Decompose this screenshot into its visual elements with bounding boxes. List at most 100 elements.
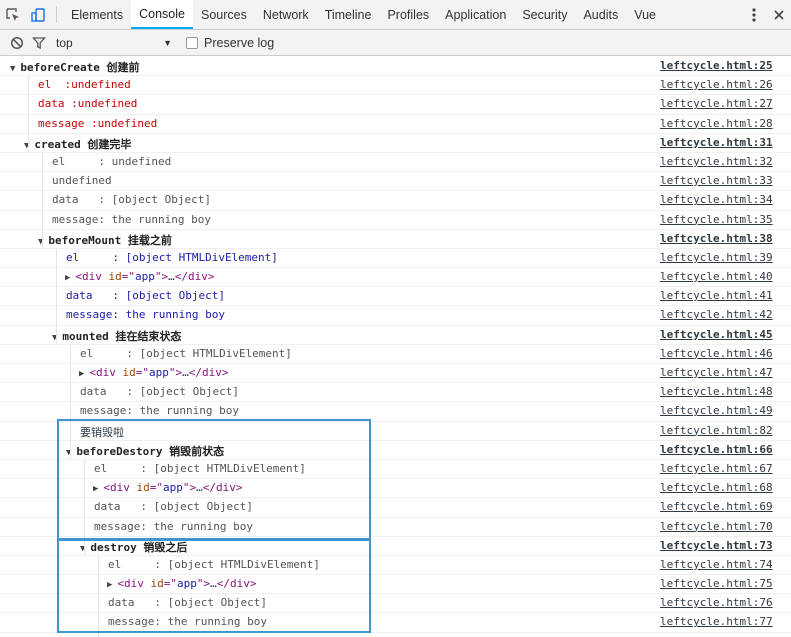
tab-audits[interactable]: Audits [575, 0, 626, 29]
source-link[interactable]: leftcycle.html:75 [660, 577, 773, 590]
source-link[interactable]: leftcycle.html:47 [660, 366, 773, 379]
console-group-header[interactable]: ▼ beforeCreate 创建前 leftcycle.html:25 [0, 57, 791, 77]
console-message: ▶ <div id="app">…</div> leftcycle.html:47 [0, 364, 791, 384]
group-guide-line [98, 556, 99, 637]
console-group-header[interactable]: ▼ beforeDestory 销毁前状态 leftcycle.html:66 [0, 441, 791, 460]
source-link[interactable]: leftcycle.html:35 [660, 213, 773, 226]
console-message-text: 要销毁啦 [80, 424, 124, 440]
tab-profiles[interactable]: Profiles [379, 0, 437, 29]
tab-vue[interactable]: Vue [626, 0, 664, 29]
console-group-header[interactable]: ▼ beforeMount 挂载之前 leftcycle.html:38 [0, 230, 791, 249]
more-icon[interactable] [741, 7, 766, 23]
group-guide-line [56, 249, 57, 345]
source-link[interactable]: leftcycle.html:41 [660, 289, 773, 302]
preserve-log-label: Preserve log [204, 35, 275, 50]
console-message-text: message :undefined [38, 117, 157, 130]
dom-node-preview[interactable]: <div id="app">…</div> [103, 481, 242, 494]
expand-triangle-right-icon[interactable]: ▶ [93, 484, 98, 494]
filter-icon[interactable] [28, 36, 50, 50]
console-message: message: the running boy leftcycle.html:7… [0, 613, 791, 633]
source-link[interactable]: leftcycle.html:40 [660, 270, 773, 283]
dom-node-preview[interactable]: <div id="app">…</div> [75, 270, 214, 283]
source-link[interactable]: leftcycle.html:73 [660, 539, 773, 552]
tab-application[interactable]: Application [437, 0, 514, 29]
console-message-text: el : [object HTMLDivElement] [94, 462, 306, 475]
source-link[interactable]: leftcycle.html:68 [660, 481, 773, 494]
console-message-text: el : [object HTMLDivElement] [80, 347, 292, 360]
console-text: beforeCreate 创建前 [20, 61, 140, 74]
source-link[interactable]: leftcycle.html:38 [660, 232, 773, 245]
preserve-log-checkbox[interactable] [186, 36, 198, 49]
console-text: message :undefined [38, 116, 158, 130]
console-group-header[interactable]: ▼ mounted 挂在结束状态 leftcycle.html:45 [0, 326, 791, 345]
console-message-text: data : [object Object] [108, 596, 267, 609]
console-message: el : undefined leftcycle.html:32 [0, 153, 791, 173]
group-guide-line [42, 153, 43, 249]
close-icon[interactable] [766, 9, 791, 21]
expand-triangle-down-icon[interactable]: ▼ [10, 64, 15, 74]
tab-network[interactable]: Network [255, 0, 317, 29]
console-group-header[interactable]: ▼ created 创建完毕 leftcycle.html:31 [0, 134, 791, 153]
source-link[interactable]: leftcycle.html:42 [660, 308, 773, 321]
console-message-text: ▼ beforeMount 挂载之前 [38, 232, 172, 248]
console-group-header[interactable]: ▼ destroy 销毁之后 leftcycle.html:73 [0, 537, 791, 556]
expand-triangle-right-icon[interactable]: ▶ [65, 273, 70, 283]
console-message: data : [object Object] leftcycle.html:34 [0, 191, 791, 211]
source-link[interactable]: leftcycle.html:28 [660, 117, 773, 130]
console-text: message: the running boy [108, 615, 267, 629]
dom-node-preview[interactable]: <div id="app">…</div> [117, 577, 256, 590]
source-link[interactable]: leftcycle.html:69 [660, 500, 773, 513]
source-link[interactable]: leftcycle.html:34 [660, 193, 773, 206]
source-link[interactable]: leftcycle.html:45 [660, 328, 773, 341]
tab-sources[interactable]: Sources [193, 0, 255, 29]
source-link[interactable]: leftcycle.html:76 [660, 596, 773, 609]
console-text: 要销毁啦 [80, 425, 124, 439]
console-message: message: the running boy leftcycle.html:4… [0, 402, 791, 422]
tab-security[interactable]: Security [514, 0, 575, 29]
context-value: top [56, 35, 73, 50]
source-link[interactable]: leftcycle.html:32 [660, 155, 773, 168]
context-selector[interactable]: top ▼ [56, 36, 172, 50]
console-text: el : [object HTMLDivElement] [94, 461, 306, 475]
console-text: mounted 挂在结束状态 [62, 329, 182, 343]
dom-node-preview[interactable]: <div id="app">…</div> [89, 366, 228, 379]
tab-console[interactable]: Console [131, 0, 193, 29]
source-link[interactable]: leftcycle.html:82 [660, 424, 773, 437]
source-link[interactable]: leftcycle.html:26 [660, 78, 773, 91]
console-text: el :undefined [38, 78, 131, 92]
console-message-text: message: the running boy [66, 308, 225, 321]
tab-timeline[interactable]: Timeline [317, 0, 380, 29]
expand-triangle-right-icon[interactable]: ▶ [107, 580, 112, 590]
source-link[interactable]: leftcycle.html:77 [660, 615, 773, 628]
console-text: data : [object Object] [66, 289, 225, 303]
device-mode-icon[interactable] [25, 0, 50, 29]
group-guide-line [84, 460, 85, 557]
source-link[interactable]: leftcycle.html:46 [660, 347, 773, 360]
console-message: el : [object HTMLDivElement] leftcycle.ht… [0, 345, 791, 364]
source-link[interactable]: leftcycle.html:48 [660, 385, 773, 398]
console-message: data : [object Object] leftcycle.html:69 [0, 498, 791, 518]
console-message: undefined leftcycle.html:33 [0, 172, 791, 192]
console-message-text: ▶ <div id="app">…</div> [65, 270, 215, 283]
source-link[interactable]: leftcycle.html:39 [660, 251, 773, 264]
expand-triangle-right-icon[interactable]: ▶ [79, 369, 84, 379]
source-link[interactable]: leftcycle.html:74 [660, 558, 773, 571]
source-link[interactable]: leftcycle.html:49 [660, 404, 773, 417]
source-link[interactable]: leftcycle.html:70 [660, 520, 773, 533]
console-text: data : [object Object] [80, 385, 239, 399]
tab-elements[interactable]: Elements [63, 0, 131, 29]
console-message: 要销毁啦 leftcycle.html:82 [0, 422, 791, 441]
console-message: ▶ <div id="app">…</div> leftcycle.html:68 [0, 479, 791, 499]
inspect-icon[interactable] [0, 0, 25, 29]
source-link[interactable]: leftcycle.html:67 [660, 462, 773, 475]
console-message-text: ▼ beforeDestory 销毁前状态 [66, 443, 224, 459]
source-link[interactable]: leftcycle.html:66 [660, 443, 773, 456]
clear-console-icon[interactable] [6, 36, 28, 50]
source-link[interactable]: leftcycle.html:31 [660, 136, 773, 149]
console-message: message: the running boy leftcycle.html:3… [0, 211, 791, 230]
console-text: message: the running boy [52, 212, 211, 226]
source-link[interactable]: leftcycle.html:27 [660, 97, 773, 110]
console-text: message: the running boy [66, 308, 225, 322]
source-link[interactable]: leftcycle.html:25 [660, 59, 773, 72]
source-link[interactable]: leftcycle.html:33 [660, 174, 773, 187]
